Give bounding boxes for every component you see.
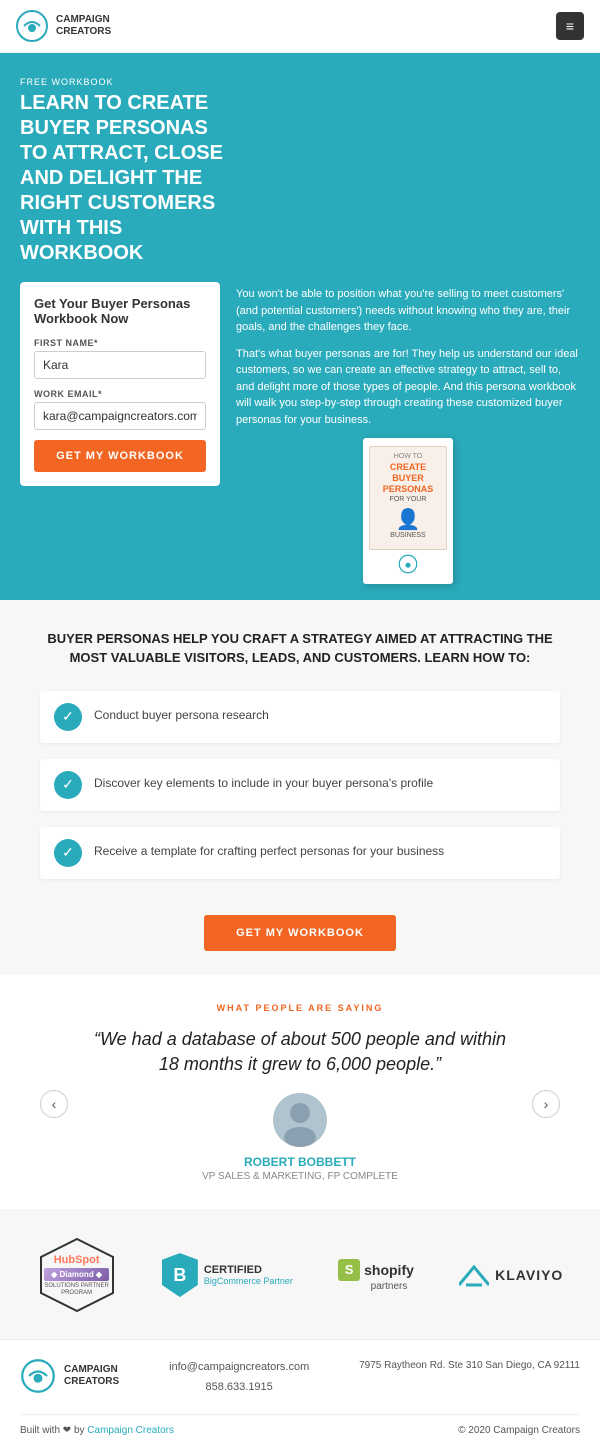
work-email-label: WORK EMAIL* [34, 389, 206, 399]
hero-desc1: You won't be able to position what you'r… [236, 286, 580, 336]
shopify-label: shopify [364, 1262, 414, 1278]
footer-main: CAMPAIGN CREATORS info@campaigncreators.… [20, 1358, 580, 1398]
feature-text-3: Receive a template for crafting perfect … [94, 839, 444, 860]
book-sub: FOR YOUR [376, 496, 440, 503]
footer: CAMPAIGN CREATORS info@campaigncreators.… [0, 1339, 600, 1454]
hero-right: You won't be able to position what you'r… [236, 282, 580, 584]
shopify-s-icon: S [338, 1259, 360, 1281]
testimonial-avatar [273, 1093, 327, 1147]
features-section: BUYER PERSONAS HELP YOU CRAFT A STRATEGY… [0, 600, 600, 974]
footer-logo-icon [20, 1358, 56, 1394]
footer-bottom: Built with ❤ by Campaign Creators © 2020… [20, 1414, 580, 1436]
testimonial-role: VP SALES & MARKETING, FP COMPLETE [84, 1171, 516, 1182]
partners-section: HubSpot ◆ Diamond ◆ SOLUTIONS PARTNER PR… [0, 1210, 600, 1339]
bigcommerce-texts: CERTIFIED BigCommerce Partner [204, 1264, 293, 1286]
check-icon-3: ✓ [54, 839, 82, 867]
hubspot-partner: HubSpot ◆ Diamond ◆ SOLUTIONS PARTNER PR… [37, 1235, 117, 1315]
testimonial-center: “We had a database of about 500 people a… [84, 1027, 516, 1182]
footer-contact: info@campaigncreators.com 858.633.1915 [169, 1358, 309, 1398]
feature-text-2: Discover key elements to include in your… [94, 771, 433, 792]
logo-text: CAMPAIGN CREATORS [56, 14, 111, 38]
feature-item-1: ✓ Conduct buyer persona research [40, 691, 560, 743]
testimonial-nav: ‹ “We had a database of about 500 people… [40, 1027, 560, 1182]
testimonial-label: WHAT PEOPLE ARE SAYING [40, 1003, 560, 1013]
klaviyo-badge: KLAVIYO [459, 1263, 563, 1287]
bigcommerce-certified: CERTIFIED [204, 1264, 293, 1276]
free-label: FREE WORKBOOK [20, 77, 580, 87]
shopify-sub: partners [371, 1281, 408, 1292]
bigcommerce-partner-text: BigCommerce Partner [204, 1276, 293, 1286]
footer-email: info@campaigncreators.com [169, 1358, 309, 1378]
book-logo [369, 554, 447, 576]
first-name-label: FIRST NAME* [34, 338, 206, 348]
footer-built-link[interactable]: Campaign Creators [87, 1425, 174, 1436]
hubspot-name: HubSpot [44, 1254, 108, 1266]
hero-title: LEARN TO CREATE BUYER PERSONAS TO ATTRAC… [20, 91, 240, 266]
hubspot-sub2: PROGRAM [44, 1290, 108, 1296]
features-title: BUYER PERSONAS HELP YOU CRAFT A STRATEGY… [40, 630, 560, 666]
bigcommerce-shield-icon: B [162, 1253, 198, 1297]
header: CAMPAIGN CREATORS ≡ [0, 0, 600, 53]
book-title: CREATE BUYER PERSONAS [376, 462, 440, 494]
check-icon-2: ✓ [54, 771, 82, 799]
book-how: HOW TO [376, 453, 440, 460]
menu-icon[interactable]: ≡ [556, 12, 584, 40]
footer-address: 7975 Raytheon Rd. Ste 310 San Diego, CA … [359, 1358, 580, 1374]
book-cover: HOW TO CREATE BUYER PERSONAS FOR YOUR 👤 … [363, 438, 453, 584]
hubspot-sub1: SOLUTIONS PARTNER [44, 1283, 108, 1290]
hero-left: Get Your Buyer Personas Workbook Now FIR… [20, 282, 220, 502]
hero-section: FREE WORKBOOK LEARN TO CREATE BUYER PERS… [0, 53, 600, 600]
features-cta-button[interactable]: GET MY WORKBOOK [204, 915, 396, 951]
hubspot-tier: ◆ Diamond ◆ [44, 1268, 108, 1281]
logo-icon [16, 10, 48, 42]
footer-built-by: Built with ❤ by Campaign Creators [20, 1425, 174, 1436]
logo-area: CAMPAIGN CREATORS [16, 10, 111, 42]
hero-desc2: That's what buyer personas are for! They… [236, 346, 580, 429]
bigcommerce-badge: B CERTIFIED BigCommerce Partner [162, 1253, 293, 1297]
shopify-badge: S shopify [338, 1259, 414, 1281]
testimonial-name: ROBERT BOBBETT [84, 1155, 516, 1169]
footer-logo: CAMPAIGN CREATORS [20, 1358, 119, 1394]
feature-text-1: Conduct buyer persona research [94, 703, 269, 724]
book-sub2: BUSINESS [376, 532, 440, 539]
footer-brand: CAMPAIGN CREATORS [64, 1364, 119, 1388]
work-email-input[interactable] [34, 402, 206, 430]
shopify-partner: S shopify partners [338, 1259, 414, 1292]
bigcommerce-partner: B CERTIFIED BigCommerce Partner [162, 1253, 293, 1297]
feature-item-3: ✓ Receive a template for crafting perfec… [40, 827, 560, 879]
klaviyo-partner: KLAVIYO [459, 1263, 563, 1287]
testimonial-section: WHAT PEOPLE ARE SAYING ‹ “We had a datab… [0, 975, 600, 1210]
footer-phone: 858.633.1915 [169, 1378, 309, 1398]
testimonial-quote: “We had a database of about 500 people a… [84, 1027, 516, 1077]
form-card: Get Your Buyer Personas Workbook Now FIR… [20, 282, 220, 486]
first-name-input[interactable] [34, 351, 206, 379]
hero-content: Get Your Buyer Personas Workbook Now FIR… [20, 282, 580, 584]
partners-row: HubSpot ◆ Diamond ◆ SOLUTIONS PARTNER PR… [20, 1235, 580, 1315]
klaviyo-label: KLAVIYO [495, 1267, 563, 1283]
feature-item-2: ✓ Discover key elements to include in yo… [40, 759, 560, 811]
form-card-title: Get Your Buyer Personas Workbook Now [34, 296, 206, 326]
check-icon-1: ✓ [54, 703, 82, 731]
klaviyo-roof-icon [459, 1263, 489, 1287]
prev-testimonial-button[interactable]: ‹ [40, 1090, 68, 1118]
next-testimonial-button[interactable]: › [532, 1090, 560, 1118]
hero-cta-button[interactable]: GET MY WORKBOOK [34, 440, 206, 472]
footer-copyright: © 2020 Campaign Creators [458, 1425, 580, 1436]
book-cover-inner: HOW TO CREATE BUYER PERSONAS FOR YOUR 👤 … [369, 446, 447, 550]
